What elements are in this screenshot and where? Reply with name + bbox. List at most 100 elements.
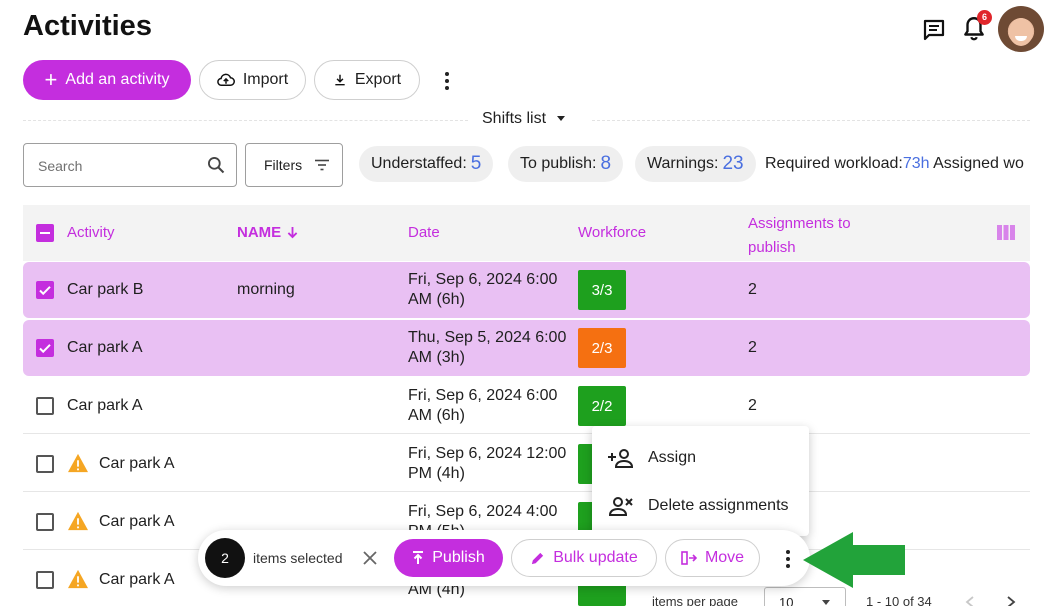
row-assignments: 2 <box>748 397 757 414</box>
row-date-line2: AM (3h) <box>408 349 465 366</box>
row-activity: Car park A <box>67 397 143 414</box>
row-activity: Car park A <box>99 513 175 530</box>
row-checkbox[interactable] <box>36 397 54 415</box>
publish-label: Publish <box>432 549 485 566</box>
menu-item-assign-label: Assign <box>648 449 697 466</box>
understaffed-label: Understaffed: <box>371 155 467 172</box>
caret-down-icon <box>822 600 830 605</box>
column-assignments-line1: Assignments to <box>748 215 851 232</box>
prev-page-icon[interactable] <box>965 596 975 606</box>
row-checkbox[interactable] <box>36 281 54 299</box>
workload-value: 73h <box>902 155 930 172</box>
assigned-label: Assigned wo <box>933 155 1024 172</box>
next-page-icon[interactable] <box>1006 596 1016 606</box>
understaffed-chip[interactable]: Understaffed: 5 <box>359 146 494 182</box>
row-date-line1: Fri, Sep 6, 2024 4:00 <box>408 503 558 520</box>
table-row[interactable]: Car park A Fri, Sep 6, 2024 12:00 PM (4h… <box>23 436 1030 492</box>
shifts-list-select[interactable]: Shifts list <box>482 110 566 128</box>
row-checkbox[interactable] <box>36 513 54 531</box>
workload-summary: Required workload:73h Assigned wo <box>765 155 1044 173</box>
columns-icon[interactable] <box>997 225 1015 240</box>
column-name[interactable]: NAME <box>237 224 298 241</box>
search-placeholder: Search <box>38 158 83 174</box>
to-publish-chip[interactable]: To publish: 8 <box>508 146 624 182</box>
bulk-more-button[interactable] <box>785 550 791 568</box>
selected-count-badge: 2 <box>205 538 245 578</box>
divider-right <box>592 120 1030 121</box>
move-icon <box>681 551 697 565</box>
row-date-line1: Fri, Sep 6, 2024 6:00 <box>408 271 558 288</box>
bulk-update-label: Bulk update <box>553 549 638 566</box>
avatar[interactable] <box>998 6 1044 52</box>
row-checkbox[interactable] <box>36 339 54 357</box>
import-button[interactable]: Import <box>199 60 306 100</box>
notifications-button[interactable]: 6 <box>961 10 992 44</box>
row-name: morning <box>237 281 295 298</box>
row-date-line2: AM (6h) <box>408 407 465 424</box>
add-activity-label: Add an activity <box>65 71 170 88</box>
search-icon <box>208 157 225 174</box>
workload-label: Required workload: <box>765 155 903 172</box>
row-assignments: 2 <box>748 339 757 356</box>
column-workforce[interactable]: Workforce <box>578 224 646 241</box>
select-all-checkbox[interactable] <box>36 224 54 242</box>
publish-button[interactable]: Publish <box>394 539 503 577</box>
column-activity[interactable]: Activity <box>67 224 115 241</box>
column-date[interactable]: Date <box>408 224 440 241</box>
warning-icon <box>68 511 88 531</box>
move-label: Move <box>704 549 745 566</box>
row-activity: Car park A <box>99 571 175 588</box>
pagination-range: 1 - 10 of 34 <box>866 594 932 606</box>
export-button[interactable]: Export <box>314 60 420 100</box>
row-date: Fri, Sep 6, 2024 6:00 AM (6h) <box>408 270 578 310</box>
person-remove-icon <box>608 497 633 516</box>
understaffed-value: 5 <box>470 153 482 174</box>
column-assignments[interactable]: Assignments to publish <box>748 212 851 260</box>
add-activity-button[interactable]: + Add an activity <box>23 60 191 100</box>
import-label: Import <box>242 71 289 88</box>
bulk-action-bar: 2 items selected Publish Bulk update Mov… <box>198 530 810 586</box>
publish-icon <box>413 551 424 564</box>
caret-down-icon <box>557 116 566 121</box>
row-date-line1: Fri, Sep 6, 2024 6:00 <box>408 387 558 404</box>
warnings-chip[interactable]: Warnings: 23 <box>635 146 756 182</box>
table-row[interactable]: Car park B morning Fri, Sep 6, 2024 6:00… <box>23 262 1030 318</box>
shifts-list-value: Shifts list <box>482 110 547 127</box>
page-title: Activities <box>23 10 152 42</box>
search-input[interactable]: Search <box>23 143 237 187</box>
person-add-icon <box>608 449 634 468</box>
row-activity: Car park B <box>67 281 144 298</box>
filter-icon <box>315 159 330 171</box>
row-date-line1: Fri, Sep 6, 2024 12:00 <box>408 445 567 462</box>
row-activity: Car park A <box>99 455 175 472</box>
row-date: Fri, Sep 6, 2024 12:00 PM (4h) <box>408 444 578 484</box>
row-activity: Car park A <box>67 339 143 356</box>
row-checkbox[interactable] <box>36 455 54 473</box>
bulk-update-button[interactable]: Bulk update <box>511 539 657 577</box>
filters-button[interactable]: Filters <box>245 143 343 187</box>
menu-item-assign[interactable]: Assign <box>592 434 809 482</box>
row-checkbox[interactable] <box>36 571 54 589</box>
column-assignments-line2: publish <box>748 239 796 256</box>
menu-item-delete-assignments[interactable]: Delete assignments <box>592 482 809 530</box>
row-assignments: 2 <box>748 281 757 298</box>
to-publish-value: 8 <box>600 153 612 174</box>
row-date-line2: AM (6h) <box>408 291 465 308</box>
warnings-value: 23 <box>722 153 744 174</box>
annotation-arrow-icon <box>803 532 905 588</box>
warning-icon <box>68 453 88 473</box>
table-row[interactable]: Car park A Fri, Sep 6, 2024 6:00 AM (6h)… <box>23 378 1030 434</box>
selected-text: items selected <box>253 550 343 566</box>
notification-badge: 6 <box>977 10 992 25</box>
more-options-button[interactable] <box>444 72 450 90</box>
close-icon[interactable] <box>363 551 377 565</box>
to-publish-label: To publish: <box>520 155 597 172</box>
chat-icon[interactable] <box>921 18 947 42</box>
menu-item-delete-label: Delete assignments <box>648 497 789 514</box>
row-date-line2: PM (4h) <box>408 465 465 482</box>
items-per-page-label: items per page <box>652 594 738 606</box>
cloud-upload-icon <box>217 73 235 86</box>
move-button[interactable]: Move <box>665 539 760 577</box>
table-row[interactable]: Car park A Thu, Sep 5, 2024 6:00 AM (3h)… <box>23 320 1030 376</box>
arrow-down-icon <box>287 227 298 239</box>
